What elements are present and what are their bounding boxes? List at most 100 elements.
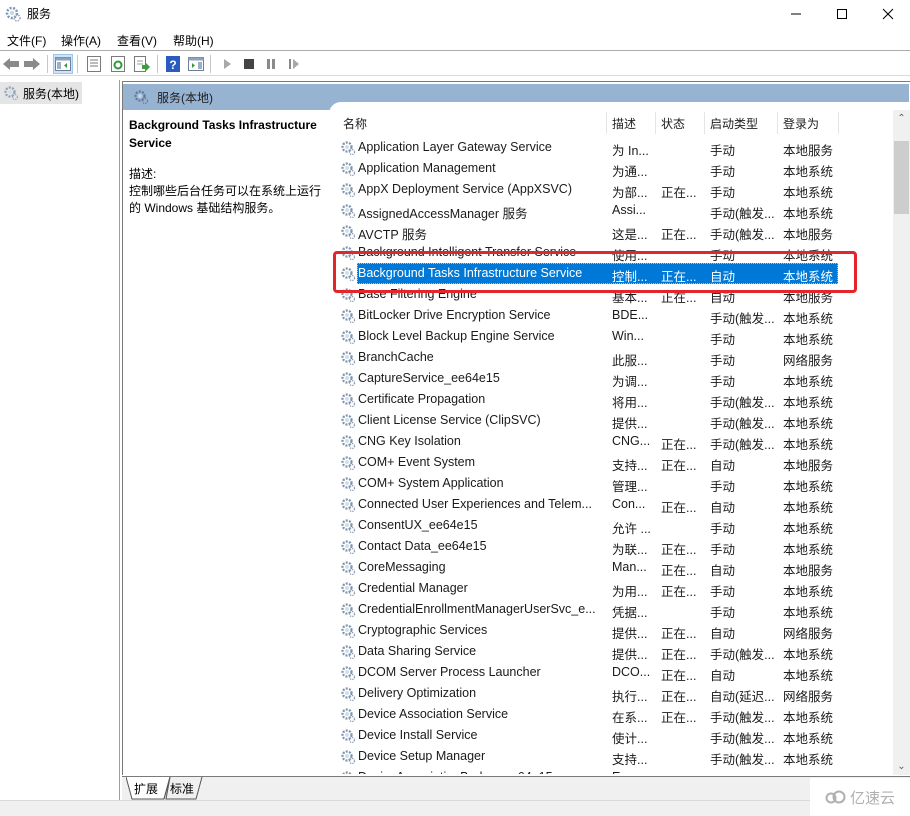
service-row[interactable]: Application Layer Gateway Service 为 In...… [338, 137, 838, 158]
service-logon-as: 本地系统 [783, 480, 834, 494]
service-row[interactable]: Device Install Service 使计... 手动(触发... 本地系统 [338, 725, 838, 746]
service-description: DCO... [612, 665, 651, 679]
service-row[interactable]: BitLocker Drive Encryption Service BDE...… [338, 305, 838, 326]
scroll-thumb[interactable] [894, 141, 909, 214]
service-row[interactable]: DCOM Server Process Launcher DCO... 正在... 自… [338, 662, 838, 683]
arrow-right-icon [24, 58, 40, 70]
service-logon-as: 本地系统 [783, 669, 834, 683]
service-description-panel: Background Tasks Infrastructure Service … [129, 116, 329, 217]
chevron-up-icon: ⌃ [897, 113, 906, 124]
service-startup-type: 自动 [710, 669, 736, 683]
tree-item-services-local[interactable]: 服务(本地) [0, 82, 82, 104]
service-startup-type: 自动 [710, 627, 736, 641]
service-description: Con... [612, 497, 646, 511]
show-hide-console-tree-button[interactable] [53, 54, 73, 74]
menu-action[interactable]: 操作(A) [61, 32, 101, 49]
service-logon-as: 本地系统 [783, 770, 839, 774]
service-startup-type: 手动 [710, 522, 736, 536]
service-row[interactable]: AppX Deployment Service (AppXSVC) 为部... 正在… [338, 179, 838, 200]
service-row[interactable]: DeviceAssociationBroker_ee64e15 Ena... 手动本… [338, 767, 838, 774]
service-name: DCOM Server Process Launcher [358, 665, 541, 679]
service-row[interactable]: Cryptographic Services 提供... 正在... 自动 网络服务 [338, 620, 838, 641]
pause-service-button[interactable] [261, 54, 281, 74]
column-header-startup-type[interactable]: 启动类型 [705, 110, 777, 136]
service-row[interactable]: Device Setup Manager 支持... 手动(触发... 本地系统 [338, 746, 838, 767]
service-description: BDE... [612, 308, 649, 322]
service-status: 正在... [661, 627, 697, 641]
service-row[interactable]: ConsentUX_ee64e15 允许 ... 手动 本地系统 [338, 515, 838, 536]
service-row[interactable]: CoreMessaging Man... 正在... 自动 本地服务 [338, 557, 838, 578]
service-row[interactable]: Certificate Propagation 将用... 手动(触发... 本地系统 [338, 389, 838, 410]
service-startup-type: 手动(触发... [710, 648, 775, 662]
service-row[interactable]: CredentialEnrollmentManagerUserSvc_e... 凭… [338, 599, 838, 620]
service-gear-icon [341, 330, 356, 345]
service-row[interactable]: Background Intelligent Transfer Service 使… [338, 242, 838, 263]
tab-extended[interactable]: 扩展 [130, 778, 162, 800]
watermark-text: 亿速云 [849, 789, 895, 807]
service-row[interactable]: Base Filtering Engine 基本... 正在... 自动 本地服务 [338, 284, 838, 305]
service-name: AssignedAccessManager 服务 [358, 207, 528, 221]
service-row[interactable]: Client License Service (ClipSVC) 提供... 手动(… [338, 410, 838, 431]
service-description: 将用... [612, 396, 648, 410]
watermark: 亿速云 [810, 778, 910, 816]
column-header-status[interactable]: 状态 [656, 110, 704, 136]
service-row[interactable]: CaptureService_ee64e15 为调... 手动 本地系统 [338, 368, 838, 389]
service-name: Contact Data_ee64e15 [358, 539, 487, 553]
service-row[interactable]: Application Management 为通... 手动 本地系统 [338, 158, 838, 179]
service-row[interactable]: Block Level Backup Engine Service Win... 手… [338, 326, 838, 347]
service-row[interactable]: Connected User Experiences and Telem... C… [338, 494, 838, 515]
service-row[interactable]: AVCTP 服务 这是... 正在... 手动(触发... 本地服务 [338, 221, 838, 242]
service-status: 正在... [661, 543, 697, 557]
service-name: COM+ Event System [358, 455, 476, 469]
column-header-description[interactable]: 描述 [607, 110, 655, 136]
maximize-button[interactable] [819, 0, 865, 28]
help-icon: ? [166, 56, 180, 72]
forward-button[interactable] [22, 54, 42, 74]
show-hide-action-pane-button[interactable] [186, 54, 206, 74]
service-row[interactable]: Device Association Service 在系... 正在... 手动(触… [338, 704, 838, 725]
column-header-name[interactable]: 名称 ⌃ [338, 110, 606, 136]
service-row[interactable]: Delivery Optimization 执行... 正在... 自动(延迟... 网… [338, 683, 838, 704]
menu-view[interactable]: 查看(V) [117, 32, 157, 49]
tab-standard[interactable]: 标准 [166, 778, 198, 800]
service-row[interactable]: Credential Manager 为用... 正在... 手动 本地系统 [338, 578, 838, 599]
service-description: 提供... [612, 627, 648, 641]
service-startup-type: 手动 [710, 144, 736, 158]
service-description: 为 In... [612, 144, 649, 158]
services-list[interactable]: 名称 ⌃ 描述 状态 启动类型 登录为 Application Layer Ga… [338, 110, 893, 774]
service-startup-type: 自动 [710, 564, 736, 578]
service-name: AVCTP 服务 [358, 228, 427, 242]
refresh-button[interactable] [108, 54, 128, 74]
service-row[interactable]: COM+ System Application 管理... 手动 本地系统 [338, 473, 838, 494]
menu-help[interactable]: 帮助(H) [173, 32, 214, 49]
action-pane-icon [188, 57, 204, 71]
service-name: DeviceAssociationBroker_ee64e15 [358, 770, 608, 774]
export-list-button[interactable] [132, 54, 152, 74]
service-startup-type: 手动 [710, 585, 736, 599]
service-row-selected[interactable]: Background Tasks Infrastructure Service 控… [338, 263, 838, 284]
service-row[interactable]: COM+ Event System 支持... 正在... 自动 本地服务 [338, 452, 838, 473]
service-row[interactable]: AssignedAccessManager 服务 Assi... 手动(触发... 本… [338, 200, 838, 221]
back-button[interactable] [1, 54, 21, 74]
restart-service-button[interactable] [284, 54, 304, 74]
service-row[interactable]: BranchCache 此服... 手动 网络服务 [338, 347, 838, 368]
close-button[interactable] [865, 0, 910, 28]
help-button[interactable]: ? [163, 54, 183, 74]
chevron-down-icon: ⌄ [897, 761, 906, 772]
service-row[interactable]: CNG Key Isolation CNG... 正在... 手动(触发... 本地系统 [338, 431, 838, 452]
menu-file[interactable]: 文件(F) [7, 32, 46, 49]
restart-icon [289, 59, 299, 69]
service-startup-type: 手动(触发... [710, 228, 775, 242]
scroll-up-button[interactable]: ⌃ [893, 110, 910, 127]
service-row[interactable]: Contact Data_ee64e15 为联... 正在... 手动 本地系统 [338, 536, 838, 557]
vertical-scrollbar[interactable]: ⌃ ⌄ [893, 110, 910, 775]
service-row[interactable]: Data Sharing Service 提供... 正在... 手动(触发... 本地… [338, 641, 838, 662]
column-header-logon-as[interactable]: 登录为 [778, 110, 838, 136]
minimize-button[interactable] [773, 0, 819, 28]
properties-button[interactable] [84, 54, 104, 74]
scroll-down-button[interactable]: ⌄ [893, 758, 910, 775]
service-gear-icon [341, 183, 356, 198]
stop-service-button[interactable] [239, 54, 259, 74]
start-service-button[interactable] [217, 54, 237, 74]
column-separator[interactable] [838, 112, 839, 134]
